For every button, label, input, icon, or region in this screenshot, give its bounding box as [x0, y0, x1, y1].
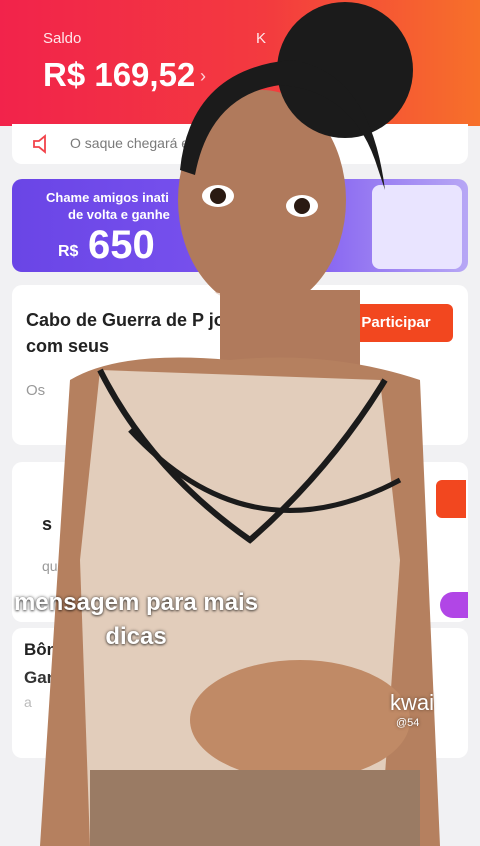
kwai-user-id: @54 — [396, 717, 420, 729]
task-title: Cabo de Guerra de P jogar com seus — [26, 310, 253, 356]
task-card: Cabo de Guerra de P jogar com seus Parti… — [12, 285, 468, 445]
banner-subheadline: de volta e ganhe — [68, 207, 170, 222]
banner-headline: Chame amigos inati — [46, 190, 169, 205]
task-subtitle: Os — [26, 382, 46, 399]
video-caption: mensagem para mais dicas — [0, 586, 272, 654]
second-task-button[interactable] — [436, 480, 466, 518]
second-task-subtitle: que p — [42, 558, 78, 574]
withdrawal-notice[interactable]: O saque chegará e — [12, 124, 468, 164]
second-task-pill[interactable] — [440, 592, 468, 618]
caption-line-1: mensagem para mais — [13, 589, 259, 616]
chevron-right-icon[interactable]: › — [200, 66, 206, 87]
balance-value[interactable]: R$ 169,52 — [43, 56, 195, 94]
balance-label: Saldo — [43, 30, 82, 47]
speaker-icon — [33, 134, 46, 154]
bonus-subtitle: Ganhe — [24, 668, 77, 687]
notice-text: O saque chegará e — [70, 135, 190, 151]
banner-currency: R$ — [58, 243, 79, 260]
header-secondary-label: K — [256, 30, 267, 47]
banner-illustration — [372, 185, 462, 269]
bonus-detail: a — [24, 694, 32, 710]
participate-button[interactable]: Participar — [339, 304, 453, 342]
second-task-title: s — [42, 514, 53, 534]
invite-friends-banner[interactable]: Chame amigos inati de volta e ganhe R$ 6… — [12, 179, 468, 272]
kwai-watermark: kwai — [390, 690, 435, 715]
caption-line-2: dicas — [105, 623, 167, 650]
banner-amount: 650 — [88, 223, 155, 267]
balance-header: Saldo R$ 169,52 › K — [0, 0, 480, 126]
